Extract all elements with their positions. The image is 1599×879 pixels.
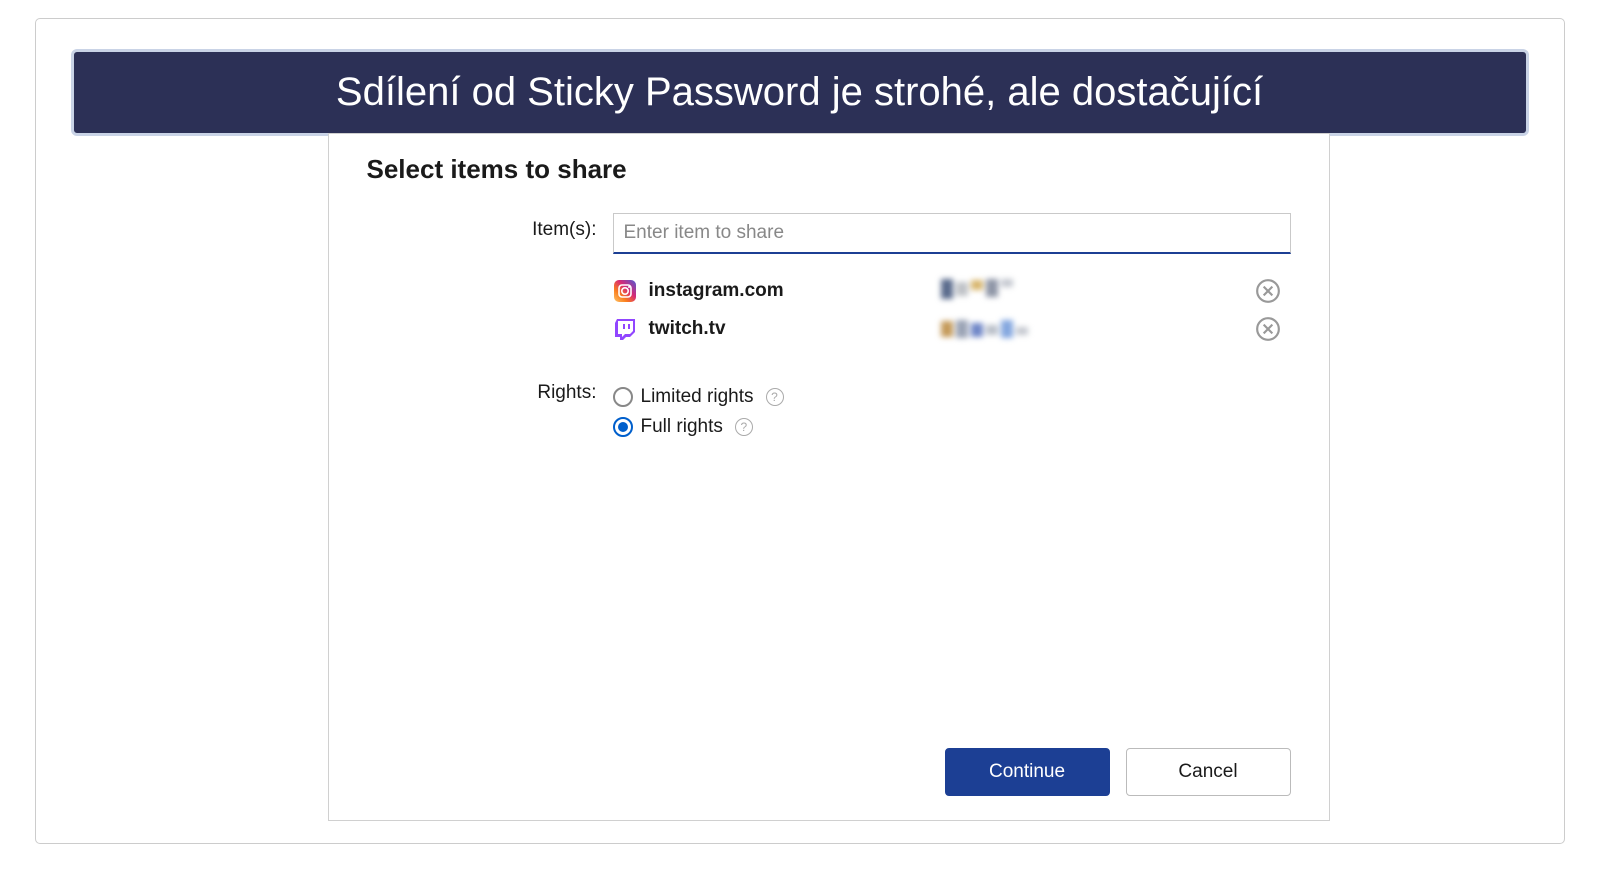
banner-title: Sdílení od Sticky Password je strohé, al… (71, 49, 1529, 136)
item-list: instagram.com (613, 276, 1291, 352)
remove-icon[interactable] (1255, 316, 1281, 342)
items-field: instagram.com (613, 213, 1291, 352)
radio-limited-rights[interactable]: Limited rights ? (613, 382, 1291, 412)
radio-full-rights[interactable]: Full rights ? (613, 412, 1291, 442)
item-input[interactable] (613, 213, 1291, 254)
help-icon[interactable]: ? (766, 388, 784, 406)
item-redacted (941, 279, 1036, 303)
remove-icon[interactable] (1255, 278, 1281, 304)
radio-label: Full rights (641, 416, 723, 438)
rights-options: Limited rights ? Full rights ? (613, 382, 1291, 442)
instagram-icon (613, 279, 637, 303)
share-dialog: Select items to share Item(s): (328, 133, 1330, 821)
item-name: twitch.tv (649, 318, 929, 340)
radio-label: Limited rights (641, 386, 754, 408)
list-item: twitch.tv (613, 314, 1291, 352)
radio-icon[interactable] (613, 387, 633, 407)
items-label: Item(s): (367, 213, 613, 241)
dialog-footer: Continue Cancel (367, 748, 1291, 796)
radio-icon[interactable] (613, 417, 633, 437)
rights-row: Rights: Limited rights ? Full rights ? (367, 376, 1291, 442)
list-item: instagram.com (613, 276, 1291, 314)
items-row: Item(s): (367, 213, 1291, 352)
cancel-button[interactable]: Cancel (1126, 748, 1291, 796)
outer-frame: Sdílení od Sticky Password je strohé, al… (35, 18, 1565, 844)
item-redacted (941, 317, 1036, 341)
continue-button[interactable]: Continue (945, 748, 1110, 796)
dialog-title: Select items to share (367, 154, 1291, 185)
twitch-icon (613, 317, 637, 341)
help-icon[interactable]: ? (735, 418, 753, 436)
form-content: Item(s): (367, 213, 1291, 748)
item-name: instagram.com (649, 280, 929, 302)
rights-label: Rights: (367, 376, 613, 404)
